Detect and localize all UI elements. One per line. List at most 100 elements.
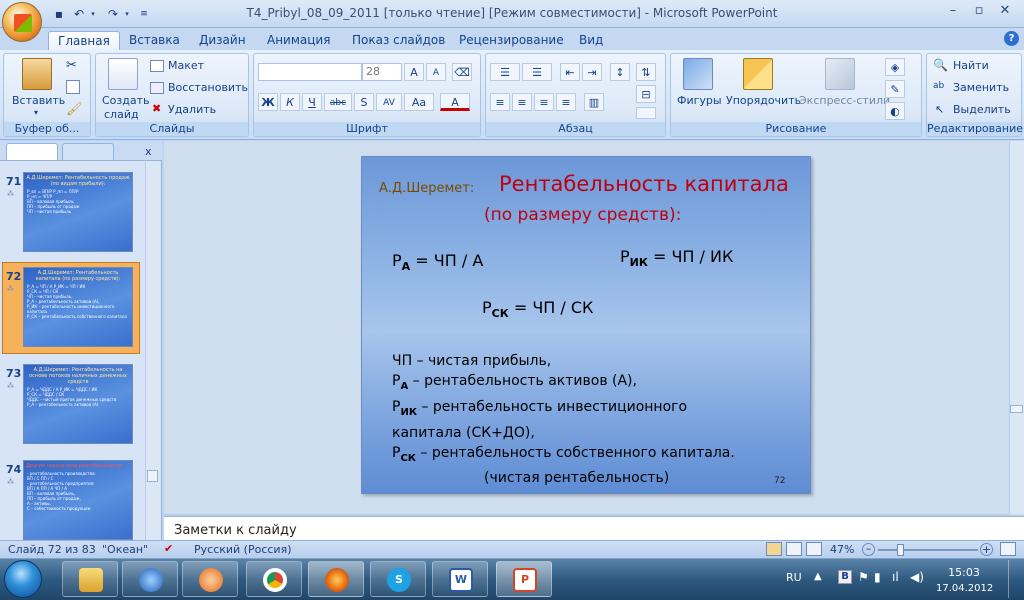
align-center-button[interactable]: ≡ [512, 93, 532, 111]
zoom-slider[interactable] [878, 549, 978, 551]
numbering-button[interactable]: ☰ [522, 63, 552, 81]
slide-thumbnail[interactable]: А.Д.Шеремет: Рентабельность продаж (по в… [23, 172, 133, 252]
tray-expand-icon[interactable]: ▲ [814, 571, 822, 582]
tab-slides-thumbnails[interactable] [6, 143, 58, 160]
clear-format-button[interactable]: ⌫ [452, 63, 472, 81]
taskbar-word[interactable]: W [432, 561, 488, 597]
shape-effects-button[interactable]: ◐ [885, 102, 905, 120]
tab-outline[interactable] [62, 143, 114, 160]
new-slide-button[interactable]: Создать [102, 94, 150, 107]
slide-thumbnail[interactable]: Другие показатели рентабельности: - рент… [23, 460, 133, 540]
format-painter-icon[interactable]: 🖌 [66, 102, 83, 117]
tray-signal-icon[interactable]: ıl [892, 570, 899, 584]
slide-thumbnail-selected[interactable]: А.Д.Шеремет: Рентабельность капитала (по… [23, 267, 133, 347]
find-button[interactable]: Найти [953, 59, 989, 72]
shrink-font-button[interactable]: A [426, 63, 446, 81]
slideshow-icon[interactable] [806, 542, 822, 556]
layout-button[interactable]: Макет [168, 59, 204, 72]
align-right-button[interactable]: ≡ [534, 93, 554, 111]
paste-dropdown-icon[interactable]: ▾ [34, 108, 38, 117]
taskbar-skype[interactable]: S [370, 561, 426, 597]
paste-button[interactable]: Вставить [12, 94, 65, 107]
tray-network-icon[interactable]: ▮ [874, 570, 881, 584]
taskbar-explorer[interactable] [62, 561, 118, 597]
start-button[interactable] [4, 560, 42, 598]
tray-flag-icon[interactable]: ⚑ [858, 570, 869, 584]
line-spacing-button[interactable]: ↕ [610, 63, 630, 81]
font-name-field[interactable] [258, 63, 362, 81]
tab-home[interactable]: Главная [48, 31, 120, 51]
fit-slide-icon[interactable] [1000, 542, 1016, 556]
tab-animation[interactable]: Анимация [258, 31, 339, 51]
slide-canvas[interactable]: А.Д.Шеремет: Рентабельность капитала (по… [361, 156, 811, 494]
change-case-button[interactable]: Aa [404, 93, 434, 111]
office-button[interactable] [2, 2, 42, 42]
tray-volume-icon[interactable]: ◀) [910, 570, 924, 584]
justify-button[interactable]: ≡ [556, 93, 576, 111]
tab-review[interactable]: Рецензирование [450, 31, 573, 51]
close-button[interactable]: ✕ [992, 3, 1018, 21]
shape-outline-button[interactable]: ✎ [885, 80, 905, 98]
reset-button[interactable]: Восстановить [168, 81, 248, 94]
font-size-field[interactable]: 28 [362, 63, 402, 81]
slides-panel-scrollbar[interactable] [145, 162, 160, 540]
tab-slideshow[interactable]: Показ слайдов [343, 31, 454, 51]
taskbar-powerpoint[interactable]: P [496, 561, 552, 597]
quick-styles-button[interactable]: Экспресс-стили [799, 94, 890, 107]
slide-thumbnail[interactable]: А.Д.Шеремет: Рентабельность на основе по… [23, 364, 133, 444]
align-text-button[interactable]: ⊟ [636, 85, 656, 103]
bullets-button[interactable]: ☰ [490, 63, 520, 81]
italic-button[interactable]: К [280, 93, 300, 111]
clock-date[interactable]: 17.04.2012 [936, 583, 993, 594]
close-panel-icon[interactable]: x [145, 145, 152, 158]
text-direction-button[interactable]: ⇅ [636, 63, 656, 81]
strikethrough-button[interactable]: abc [324, 93, 352, 111]
delete-button[interactable]: Удалить [168, 103, 216, 116]
notes-pane[interactable]: Заметки к слайду [164, 516, 1024, 540]
group-label-slides: Слайды [96, 122, 248, 136]
taskbar-chrome[interactable] [246, 561, 302, 597]
normal-view-icon[interactable] [766, 542, 782, 556]
help-icon[interactable]: ? [1004, 31, 1019, 46]
zoom-out-icon[interactable]: – [862, 543, 875, 556]
increase-indent-button[interactable]: ⇥ [582, 63, 602, 81]
underline-button[interactable]: Ч [302, 93, 322, 111]
spellcheck-icon[interactable]: ✔ [164, 542, 173, 555]
align-left-button[interactable]: ≡ [490, 93, 510, 111]
slide-sorter-icon[interactable] [786, 542, 802, 556]
slide-scrollbar-thumb[interactable] [1010, 405, 1023, 413]
slide-scrollbar[interactable] [1009, 141, 1024, 514]
shadow-button[interactable]: S [354, 93, 374, 111]
minimize-button[interactable]: – [940, 3, 966, 21]
zoom-slider-thumb[interactable] [897, 544, 904, 556]
language-indicator[interactable]: Русский (Россия) [194, 543, 292, 556]
tab-view[interactable]: Вид [570, 31, 612, 51]
taskbar-firefox[interactable] [308, 561, 364, 597]
clock-time[interactable]: 15:03 [944, 566, 984, 579]
tab-design[interactable]: Дизайн [190, 31, 255, 51]
spacing-button[interactable]: AV [376, 93, 402, 111]
replace-button[interactable]: Заменить [953, 81, 1009, 94]
columns-button[interactable]: ▥ [584, 93, 604, 111]
show-desktop-button[interactable] [1008, 560, 1022, 598]
arrange-button[interactable]: Упорядочить [726, 94, 801, 107]
bold-button[interactable]: Ж [258, 93, 278, 111]
smartart-button[interactable] [636, 107, 656, 119]
maximize-button[interactable]: ▫ [966, 3, 992, 21]
select-button[interactable]: Выделить [953, 103, 1011, 116]
tray-app-icon[interactable]: B [838, 570, 852, 584]
keyboard-language[interactable]: RU [786, 571, 802, 584]
shapes-button[interactable]: Фигуры [677, 94, 722, 107]
copy-icon[interactable] [66, 80, 80, 94]
cut-icon[interactable]: ✂ [66, 58, 77, 73]
taskbar-mail[interactable] [182, 561, 238, 597]
zoom-level[interactable]: 47% [830, 543, 854, 556]
scrollbar-thumb[interactable] [147, 470, 158, 482]
font-color-button[interactable]: A [440, 93, 470, 111]
decrease-indent-button[interactable]: ⇤ [560, 63, 580, 81]
taskbar-itunes[interactable] [122, 561, 178, 597]
shape-fill-button[interactable]: ◈ [885, 58, 905, 76]
grow-font-button[interactable]: A [404, 63, 424, 81]
tab-insert[interactable]: Вставка [120, 31, 189, 51]
zoom-in-icon[interactable]: + [980, 543, 993, 556]
